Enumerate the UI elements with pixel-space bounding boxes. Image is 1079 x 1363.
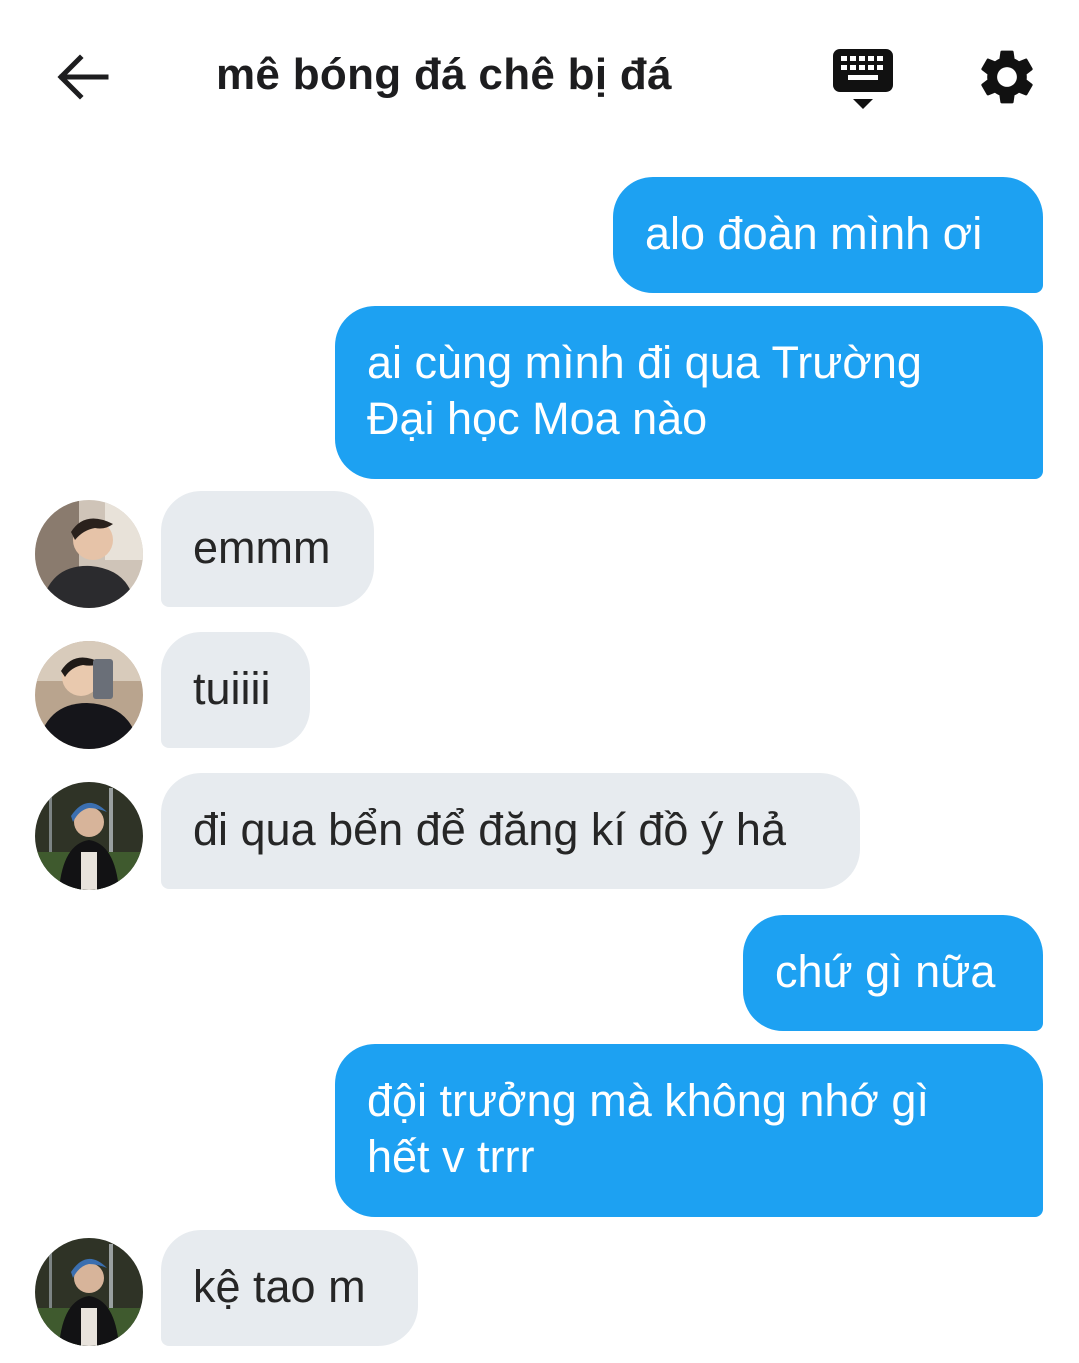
message-text-line: hết v trrr xyxy=(367,1131,535,1182)
avatar-photo xyxy=(35,500,143,608)
message-bubble-incoming[interactable]: kệ tao m xyxy=(161,1230,418,1346)
message-text: kệ tao m xyxy=(193,1261,366,1312)
message-text-line: ai cùng mình đi qua Trường xyxy=(367,337,922,388)
avatar-photo xyxy=(35,1238,143,1346)
message-text: alo đoàn mình ơi xyxy=(645,208,983,259)
avatar[interactable] xyxy=(35,1238,143,1346)
message-text: emmm xyxy=(193,522,331,573)
message-text: đi qua bển để đăng kí đồ ý hả xyxy=(193,804,786,855)
message-bubble-incoming[interactable]: emmm xyxy=(161,491,374,607)
avatar[interactable] xyxy=(35,500,143,608)
message-bubble-outgoing[interactable]: đội trưởng mà không nhớ gì hết v trrr xyxy=(335,1044,1043,1217)
message-text: tuiiii xyxy=(193,663,271,714)
message-bubble-outgoing[interactable]: ai cùng mình đi qua Trường Đại học Moa n… xyxy=(335,306,1043,479)
message-bubble-incoming[interactable]: đi qua bển để đăng kí đồ ý hả xyxy=(161,773,860,889)
message-text-line: Đại học Moa nào xyxy=(367,393,708,444)
avatar[interactable] xyxy=(35,641,143,749)
message-text: chứ gì nữa xyxy=(775,946,996,997)
message-bubble-outgoing[interactable]: alo đoàn mình ơi xyxy=(613,177,1043,293)
avatar[interactable] xyxy=(35,782,143,890)
avatar-photo xyxy=(35,782,143,890)
message-text-line: đội trưởng mà không nhớ gì xyxy=(367,1075,929,1126)
avatar-photo xyxy=(35,641,143,749)
message-bubble-outgoing[interactable]: chứ gì nữa xyxy=(743,915,1043,1031)
message-list[interactable]: alo đoàn mình ơi ai cùng mình đi qua Trư… xyxy=(0,0,1079,1363)
message-bubble-incoming[interactable]: tuiiii xyxy=(161,632,310,748)
